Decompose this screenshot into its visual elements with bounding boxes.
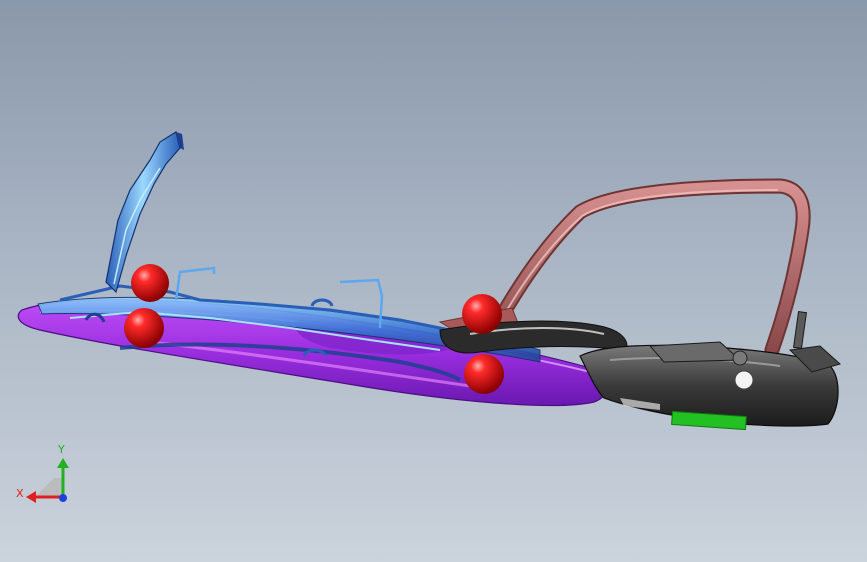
- x-axis-label: X: [16, 487, 24, 500]
- locator-sphere[interactable]: [124, 308, 164, 348]
- locator-sphere[interactable]: [464, 354, 504, 394]
- model-scene[interactable]: [0, 0, 867, 562]
- z-axis-dot: [59, 494, 67, 502]
- locator-sphere[interactable]: [131, 264, 169, 302]
- axis-triad: [26, 458, 69, 503]
- locator-sphere[interactable]: [462, 294, 502, 334]
- 3d-viewport[interactable]: Y X: [0, 0, 867, 562]
- clamp-body[interactable]: [579, 311, 842, 427]
- y-axis-label: Y: [58, 443, 65, 456]
